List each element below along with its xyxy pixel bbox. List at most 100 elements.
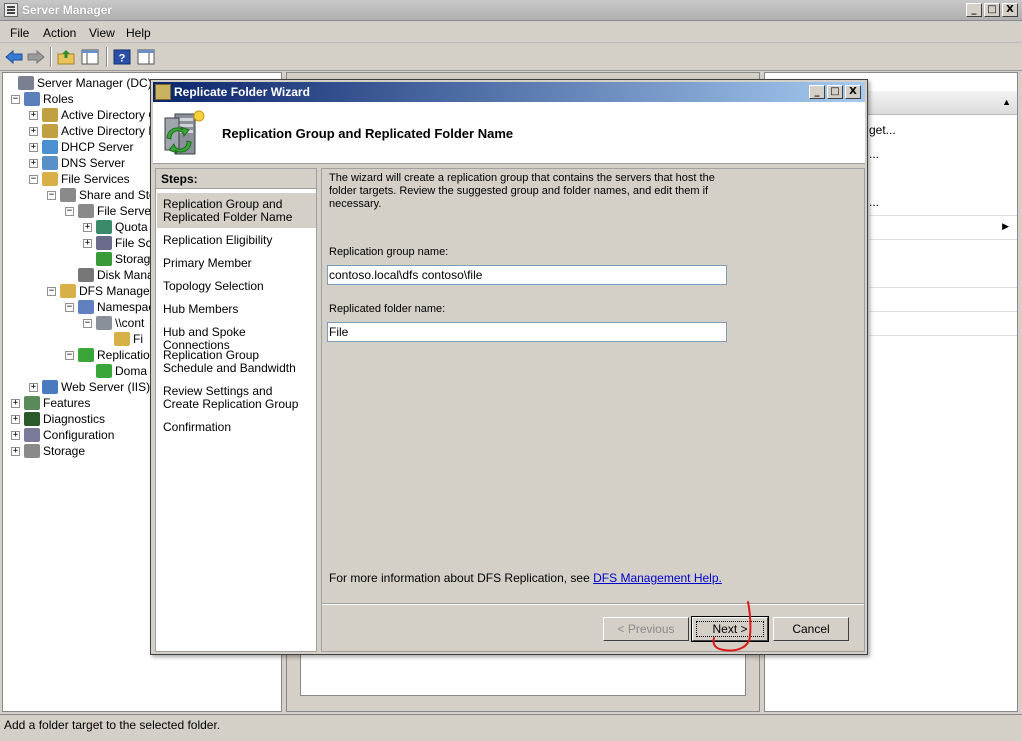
expand-icon[interactable]: + <box>11 430 20 440</box>
submenu-arrow-icon[interactable]: ▶ <box>1002 221 1009 232</box>
step-schedule-bandwidth: Replication Group Schedule and Bandwidth <box>163 348 296 375</box>
menu-action[interactable]: Action <box>43 26 76 40</box>
window-title-bar[interactable]: Server Manager _ □ X <box>0 0 1022 21</box>
collapse-icon[interactable]: − <box>65 206 74 216</box>
wizard-content: The wizard will create a replication gro… <box>321 168 865 652</box>
dfs-help-link[interactable]: DFS Management Help. <box>593 571 722 585</box>
expand-icon[interactable]: + <box>11 398 20 408</box>
help-prefix: For more information about DFS Replicati… <box>329 571 594 585</box>
tree-item-label: Fi <box>133 332 143 346</box>
step-replication-group-name: Replication Group and Replicated Folder … <box>163 197 293 224</box>
tree-item[interactable]: − Replicatio <box>65 347 150 363</box>
dialog-minimize-button[interactable]: _ <box>809 85 825 99</box>
back-arrow-icon[interactable] <box>4 47 24 67</box>
tree-item[interactable]: − Share and Sto <box>47 187 156 203</box>
tree-item[interactable]: + Features <box>11 395 90 411</box>
cancel-button[interactable]: Cancel <box>773 617 849 641</box>
tree-item[interactable]: + Configuration <box>11 427 114 443</box>
status-bar: Add a folder target to the selected fold… <box>0 714 1022 734</box>
dialog-maximize-button[interactable]: □ <box>827 85 843 99</box>
collapse-icon[interactable]: − <box>29 174 38 184</box>
expand-icon[interactable]: + <box>11 414 20 424</box>
minimize-button[interactable]: _ <box>966 3 982 17</box>
dialog-title-bar[interactable]: Replicate Folder Wizard _ □ X <box>153 82 865 102</box>
collapse-icon[interactable]: − <box>65 350 74 360</box>
close-button[interactable]: X <box>1002 3 1018 17</box>
tree-item[interactable]: + Diagnostics <box>11 411 105 427</box>
show-hide-action-pane-icon[interactable] <box>136 47 156 67</box>
dialog-close-button[interactable]: X <box>845 85 861 99</box>
quota-icon <box>96 220 112 234</box>
file-server-icon <box>78 204 94 218</box>
tree-item[interactable]: + DNS Server <box>29 155 125 171</box>
tree-item[interactable]: − File Serve <box>65 203 151 219</box>
replication-server-icon <box>164 110 205 155</box>
previous-button[interactable]: < Previous <box>603 617 689 641</box>
replication-group-name-input[interactable] <box>327 265 727 285</box>
tree-item[interactable]: Fi <box>101 331 143 347</box>
expand-icon[interactable]: + <box>29 382 38 392</box>
tree-item[interactable]: Storag <box>83 251 150 267</box>
replicate-folder-wizard: Replicate Folder Wizard _ □ X Replicatio… <box>150 79 868 655</box>
collapse-icon[interactable]: − <box>47 286 56 296</box>
tree-item[interactable]: − File Services <box>29 171 130 187</box>
expand-icon[interactable]: + <box>11 446 20 456</box>
storage-icon <box>24 444 40 458</box>
tree-item[interactable]: − DFS Managem <box>47 283 160 299</box>
tree-item-label: Web Server (IIS) <box>61 380 151 394</box>
replicated-folder-name-input[interactable] <box>327 322 727 342</box>
up-folder-icon[interactable] <box>56 47 76 67</box>
show-hide-tree-icon[interactable] <box>80 47 100 67</box>
expand-icon[interactable]: + <box>29 158 38 168</box>
folder-icon <box>114 332 130 346</box>
tree-item[interactable]: + Active Directory D <box>29 123 157 139</box>
collapse-icon[interactable]: − <box>65 302 74 312</box>
tree-item[interactable]: Doma <box>83 363 147 379</box>
tree-item[interactable]: + Storage <box>11 443 85 459</box>
next-button[interactable]: Next > <box>691 616 769 642</box>
expand-icon[interactable]: + <box>83 238 92 248</box>
tree-item[interactable]: − \\cont <box>83 315 144 331</box>
tree-item[interactable]: + Quota <box>83 219 148 235</box>
collapse-icon[interactable]: − <box>47 190 56 200</box>
tree-item[interactable]: + Active Directory C <box>29 107 157 123</box>
maximize-button[interactable]: □ <box>984 3 1000 17</box>
expand-icon[interactable]: + <box>83 222 92 232</box>
tree-item-label: DNS Server <box>61 156 126 170</box>
tree-item-label: Disk Mana <box>97 268 154 282</box>
menu-view[interactable]: View <box>89 26 115 40</box>
steps-heading: Steps: <box>156 169 316 189</box>
expand-icon[interactable]: + <box>29 142 38 152</box>
help-line: For more information about DFS Replicati… <box>329 571 722 585</box>
tree-item[interactable]: Server Manager (DC) <box>5 75 152 91</box>
action-item[interactable]: ... <box>869 147 879 161</box>
tree-item[interactable]: − Roles <box>11 91 74 107</box>
tree-item-label: Namespac <box>97 300 155 314</box>
collapse-icon[interactable]: − <box>11 94 20 104</box>
tree-item-label: Server Manager (DC) <box>37 76 152 90</box>
expand-icon[interactable]: + <box>29 126 38 136</box>
collapse-icon[interactable]: − <box>83 318 92 328</box>
wizard-header: Replication Group and Replicated Folder … <box>153 102 865 164</box>
collapse-up-icon[interactable]: ▲ <box>1002 97 1011 107</box>
tree-item[interactable]: + File Sc <box>83 235 152 251</box>
configuration-icon <box>24 428 40 442</box>
tree-item-label: Active Directory D <box>61 124 158 138</box>
help-icon[interactable]: ? <box>112 47 132 67</box>
tree-item-label: Replicatio <box>97 348 150 362</box>
dns-icon <box>42 156 58 170</box>
forward-arrow-icon[interactable] <box>26 47 46 67</box>
action-item[interactable]: ... <box>869 195 879 209</box>
tree-item[interactable]: + DHCP Server <box>29 139 133 155</box>
tree-item[interactable]: Disk Mana <box>65 267 154 283</box>
svg-text:?: ? <box>119 53 126 65</box>
menu-file[interactable]: File <box>10 26 29 40</box>
tree-item[interactable]: − Namespac <box>65 299 154 315</box>
replication-icon <box>78 348 94 362</box>
action-item[interactable]: get... <box>869 123 896 137</box>
tree-item-label: Storage <box>43 444 86 458</box>
menu-help[interactable]: Help <box>126 26 151 40</box>
dialog-title: Replicate Folder Wizard <box>174 85 310 99</box>
expand-icon[interactable]: + <box>29 110 38 120</box>
tree-item[interactable]: + Web Server (IIS) <box>29 379 150 395</box>
